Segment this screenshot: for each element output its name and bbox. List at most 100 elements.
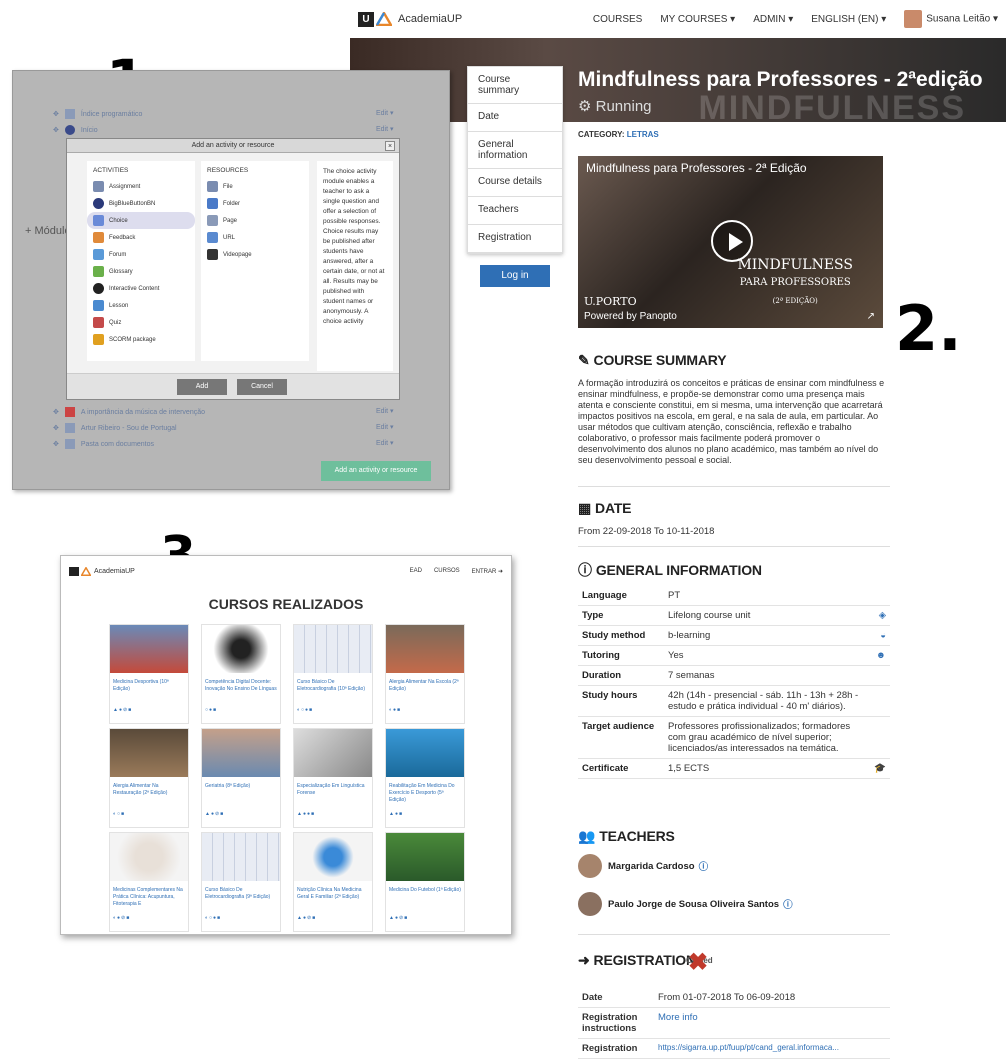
activity-feedback[interactable]: Feedback <box>87 229 195 246</box>
modal-title: Add an activity or resource <box>67 139 399 153</box>
overlay-line-3: (2ª EDIÇÃO) <box>772 297 818 305</box>
status-text: Running <box>595 98 652 115</box>
video-icon <box>64 423 75 433</box>
menu-registration[interactable]: Registration <box>468 225 562 253</box>
course-card[interactable]: Medicina Do Futebol (1ª Edição) ▲●⊘■ <box>385 832 465 932</box>
info-key: Language <box>578 586 664 606</box>
video-player[interactable]: Mindfulness para Professores - 2ª Edição… <box>578 156 883 328</box>
activity-quiz[interactable]: Quiz <box>87 314 195 331</box>
nav-entrar[interactable]: ENTRAR ➜ <box>472 568 503 575</box>
course-card[interactable]: Alergia Alimentar Na Escola (2ª Edição) ◐… <box>385 624 465 724</box>
list-item[interactable]: ✥ Artur Ribeiro - Sou de Portugal <box>53 423 177 433</box>
course-card[interactable]: Medicina Desportiva (10ª Edição) ▲●⊘■ <box>109 624 189 724</box>
list-item[interactable]: ✥ Pasta com documentos <box>53 439 154 449</box>
teacher-item[interactable]: Paulo Jorge de Sousa Oliveira Santos ⓘ <box>578 892 793 916</box>
course-title: Geriatria (8ª Edição) <box>205 783 251 789</box>
course-card[interactable]: Reabilitação Em Medicina Do Exercício E … <box>385 728 465 828</box>
activity-lesson[interactable]: Lesson <box>87 297 195 314</box>
reg-key: Registration instructions <box>578 1007 654 1039</box>
course-icons: ◐○■ <box>113 811 126 817</box>
reg-key: Date <box>578 988 654 1008</box>
menu-date[interactable]: Date <box>468 104 562 132</box>
nav-cursos[interactable]: CURSOS <box>434 568 460 575</box>
course-card[interactable]: Competência Digital Docente: Inovação No… <box>201 624 281 724</box>
blank-icon <box>870 685 890 717</box>
course-icons: ◐○●■ <box>297 707 314 713</box>
resource-file[interactable]: File <box>201 178 309 195</box>
edit-menu[interactable]: Edit ▾ <box>376 423 394 431</box>
course-card[interactable]: Nutrição Clínica Na Medicina Geral E Fam… <box>293 832 373 932</box>
add-activity-button[interactable]: Add an activity or resource <box>321 461 431 481</box>
teacher-item[interactable]: Margarida Cardoso ⓘ <box>578 854 708 878</box>
info-key: Tutoring <box>578 645 664 666</box>
registration-link[interactable]: https://sigarra.up.pt/fuup/pt/cand_geral… <box>658 1043 839 1052</box>
resource-url[interactable]: URL <box>201 229 309 246</box>
nav-admin[interactable]: ADMIN ▾ <box>753 14 793 25</box>
course-card[interactable]: Curso Básico De Eletrocardiografia (9ª E… <box>201 832 281 932</box>
more-info-link[interactable]: More info <box>658 1012 698 1023</box>
menu-general-information[interactable]: General information <box>468 132 562 169</box>
list-item[interactable]: ✥ A importância da música de intervenção <box>53 407 205 417</box>
item-label: Feedback <box>109 234 136 241</box>
activity-assignment[interactable]: Assignment <box>87 178 195 195</box>
menu-teachers[interactable]: Teachers <box>468 197 562 225</box>
list-item[interactable]: ✥ Início <box>53 125 98 135</box>
resources-list: RESOURCES File Folder Page URL Videopage <box>201 161 309 361</box>
activity-choice[interactable]: Choice <box>87 212 195 229</box>
nav-my-courses[interactable]: MY COURSES ▾ <box>660 14 735 25</box>
item-label: Folder <box>223 200 241 207</box>
cancel-button[interactable]: Cancel <box>237 379 287 395</box>
item-label: SCORM package <box>109 336 156 343</box>
info-icon[interactable]: ⓘ <box>783 897 793 911</box>
graduation-cap-icon: 🎓 <box>870 758 890 779</box>
item-label: Quiz <box>109 319 122 326</box>
edit-menu[interactable]: Edit ▾ <box>376 439 394 447</box>
activity-scorm[interactable]: SCORM package <box>87 331 195 348</box>
course-title: Especialização Em Linguística Forense <box>297 783 365 796</box>
course-card[interactable]: Alergia Alimentar Na Restauração (2ª Edi… <box>109 728 189 828</box>
item-label: Page <box>223 217 238 224</box>
add-button[interactable]: Add <box>177 379 227 395</box>
teacher-name: Margarida Cardoso <box>608 860 695 872</box>
folder-icon <box>207 198 218 209</box>
nav-ead[interactable]: EAD <box>410 568 422 575</box>
category-link[interactable]: LETRAS <box>627 130 659 139</box>
course-icons: ◐●■ <box>389 707 402 713</box>
course-card[interactable]: Especialização Em Linguística Forense ▲●●… <box>293 728 373 828</box>
brand[interactable]: U AcademiaUP <box>358 11 462 27</box>
activities-heading: ACTIVITIES <box>93 167 129 174</box>
edit-menu[interactable]: Edit ▾ <box>376 125 394 133</box>
expand-icon[interactable]: ↗ <box>867 311 875 322</box>
menu-course-summary[interactable]: Course summary <box>468 67 562 104</box>
course-card[interactable]: Geriatria (8ª Edição) ▲●⊘■ <box>201 728 281 828</box>
section-title: + Módulo <box>25 225 71 237</box>
academia-logo-icon <box>81 566 91 576</box>
login-button[interactable]: Log in <box>480 265 550 287</box>
close-icon[interactable]: × <box>385 141 395 151</box>
course-image <box>386 625 464 673</box>
info-icon[interactable]: ⓘ <box>699 859 709 873</box>
edit-menu[interactable]: Edit ▾ <box>376 109 394 117</box>
activity-interactive[interactable]: Interactive Content <box>87 280 195 297</box>
resource-videopage[interactable]: Videopage <box>201 246 309 263</box>
brand[interactable]: AcademiaUP <box>69 566 135 576</box>
user-menu[interactable]: Susana Leitão ▾ <box>904 10 998 28</box>
resource-folder[interactable]: Folder <box>201 195 309 212</box>
course-icons: ▲●■ <box>389 811 403 817</box>
activity-forum[interactable]: Forum <box>87 246 195 263</box>
edit-menu[interactable]: Edit ▾ <box>376 407 394 415</box>
activity-bbb[interactable]: BigBlueButtonBN <box>87 195 195 212</box>
item-label: Interactive Content <box>109 285 160 292</box>
calendar-icon: ▦ <box>578 500 592 516</box>
nav-language[interactable]: ENGLISH (EN) ▾ <box>811 14 886 25</box>
course-card[interactable]: Medicinas Complementares Na Prática Clín… <box>109 832 189 932</box>
course-icons: ▲●⊘■ <box>113 707 133 713</box>
list-item[interactable]: ✥ Índice programático <box>53 109 142 119</box>
nav-courses[interactable]: COURSES <box>593 14 642 25</box>
activity-glossary[interactable]: Glossary <box>87 263 195 280</box>
sign-in-icon: ➜ <box>578 952 590 968</box>
menu-course-details[interactable]: Course details <box>468 169 562 197</box>
course-card[interactable]: Curso Básico De Eletrocardiografia (10ª … <box>293 624 373 724</box>
course-title: Medicinas Complementares Na Prática Clín… <box>113 887 183 907</box>
resource-page[interactable]: Page <box>201 212 309 229</box>
